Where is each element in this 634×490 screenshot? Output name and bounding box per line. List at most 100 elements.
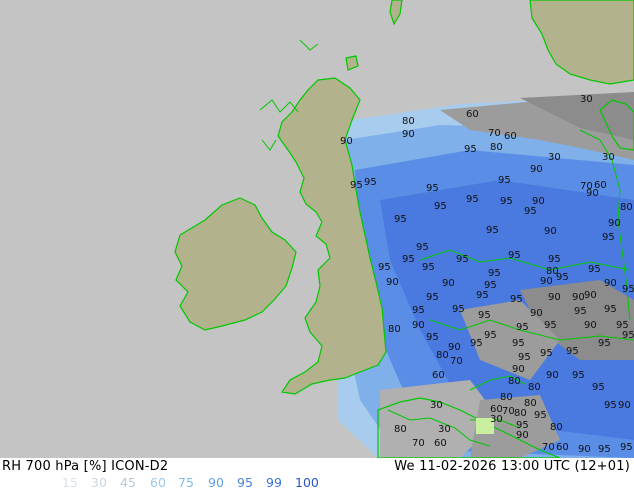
svg-text:90: 90 <box>584 290 597 301</box>
svg-text:95: 95 <box>378 262 391 273</box>
legend-item-75: 75 <box>178 475 194 490</box>
svg-text:30: 30 <box>490 414 503 425</box>
svg-text:90: 90 <box>604 278 617 289</box>
legend-item-99: 99 <box>266 475 282 490</box>
svg-text:95: 95 <box>604 304 617 315</box>
rh-field <box>338 92 634 458</box>
map-title: RH 700 hPa [%] ICON-D2 <box>2 459 169 474</box>
svg-text:90: 90 <box>530 308 543 319</box>
svg-text:95: 95 <box>602 232 615 243</box>
svg-text:95: 95 <box>622 284 634 295</box>
svg-text:90: 90 <box>340 136 353 147</box>
svg-text:30: 30 <box>602 152 615 163</box>
svg-text:95: 95 <box>510 294 523 305</box>
svg-text:80: 80 <box>402 116 415 127</box>
svg-text:95: 95 <box>434 201 447 212</box>
legend-item-60: 60 <box>150 475 166 490</box>
legend-item-100: 100 <box>295 475 319 490</box>
svg-text:80: 80 <box>394 424 407 435</box>
svg-text:80: 80 <box>508 376 521 387</box>
svg-text:90: 90 <box>442 278 455 289</box>
svg-text:70: 70 <box>488 128 501 139</box>
svg-text:95: 95 <box>534 410 547 421</box>
svg-text:90: 90 <box>608 218 621 229</box>
legend-item-95: 95 <box>237 475 253 490</box>
svg-text:95: 95 <box>470 338 483 349</box>
svg-text:95: 95 <box>508 250 521 261</box>
svg-text:80: 80 <box>528 382 541 393</box>
svg-text:80: 80 <box>388 324 401 335</box>
svg-text:95: 95 <box>620 442 633 453</box>
svg-text:90: 90 <box>530 164 543 175</box>
svg-text:95: 95 <box>476 290 489 301</box>
svg-text:95: 95 <box>604 400 617 411</box>
svg-text:90: 90 <box>512 364 525 375</box>
svg-text:80: 80 <box>620 202 633 213</box>
svg-text:90: 90 <box>586 188 599 199</box>
svg-text:95: 95 <box>456 254 469 265</box>
svg-text:95: 95 <box>452 304 465 315</box>
svg-text:90: 90 <box>412 320 425 331</box>
svg-text:95: 95 <box>478 310 491 321</box>
svg-text:95: 95 <box>350 180 363 191</box>
legend-item-45: 45 <box>120 475 136 490</box>
svg-text:70: 70 <box>450 356 463 367</box>
svg-text:60: 60 <box>434 438 447 449</box>
svg-text:60: 60 <box>504 131 517 142</box>
svg-text:70: 70 <box>502 406 515 417</box>
legend-item-90: 90 <box>208 475 224 490</box>
svg-text:90: 90 <box>448 342 461 353</box>
svg-text:80: 80 <box>436 350 449 361</box>
svg-text:95: 95 <box>556 272 569 283</box>
svg-text:60: 60 <box>432 370 445 381</box>
svg-text:95: 95 <box>516 322 529 333</box>
svg-text:80: 80 <box>500 392 513 403</box>
svg-text:95: 95 <box>488 268 501 279</box>
svg-text:95: 95 <box>426 183 439 194</box>
svg-text:90: 90 <box>540 276 553 287</box>
svg-text:30: 30 <box>580 94 593 105</box>
svg-text:90: 90 <box>516 430 529 441</box>
svg-text:70: 70 <box>542 442 555 453</box>
svg-text:30: 30 <box>430 400 443 411</box>
svg-text:60: 60 <box>466 109 479 120</box>
svg-text:70: 70 <box>412 438 425 449</box>
svg-text:95: 95 <box>364 177 377 188</box>
svg-text:95: 95 <box>466 194 479 205</box>
svg-text:90: 90 <box>548 292 561 303</box>
svg-text:95: 95 <box>394 214 407 225</box>
svg-text:90: 90 <box>544 226 557 237</box>
svg-text:95: 95 <box>412 305 425 316</box>
valid-time: We 11-02-2026 13:00 UTC (12+01) <box>394 459 630 474</box>
svg-text:95: 95 <box>572 370 585 381</box>
svg-text:95: 95 <box>500 196 513 207</box>
svg-text:90: 90 <box>386 277 399 288</box>
map-canvas: 80 60 70 60 90 90 95 80 30 30 30 90 95 9… <box>0 0 634 458</box>
svg-text:95: 95 <box>540 348 553 359</box>
svg-text:95: 95 <box>426 292 439 303</box>
svg-text:95: 95 <box>524 206 537 217</box>
svg-text:95: 95 <box>588 264 601 275</box>
svg-text:95: 95 <box>622 330 634 341</box>
svg-text:95: 95 <box>598 338 611 349</box>
svg-text:95: 95 <box>518 352 531 363</box>
svg-text:95: 95 <box>422 262 435 273</box>
svg-text:95: 95 <box>544 320 557 331</box>
svg-text:95: 95 <box>574 306 587 317</box>
svg-text:80: 80 <box>550 422 563 433</box>
svg-text:30: 30 <box>438 424 451 435</box>
footer-bar: RH 700 hPa [%] ICON-D2 We 11-02-2026 13:… <box>0 458 634 490</box>
svg-text:80: 80 <box>490 142 503 153</box>
legend-item-30: 30 <box>91 475 107 490</box>
svg-text:95: 95 <box>416 242 429 253</box>
svg-text:95: 95 <box>598 444 611 455</box>
svg-text:90: 90 <box>402 129 415 140</box>
svg-text:90: 90 <box>618 400 631 411</box>
map-area: 80 60 70 60 90 90 95 80 30 30 30 90 95 9… <box>0 0 634 458</box>
svg-text:60: 60 <box>556 442 569 453</box>
svg-text:95: 95 <box>512 338 525 349</box>
svg-text:95: 95 <box>426 332 439 343</box>
svg-text:90: 90 <box>546 370 559 381</box>
svg-text:95: 95 <box>498 175 511 186</box>
svg-text:95: 95 <box>592 382 605 393</box>
